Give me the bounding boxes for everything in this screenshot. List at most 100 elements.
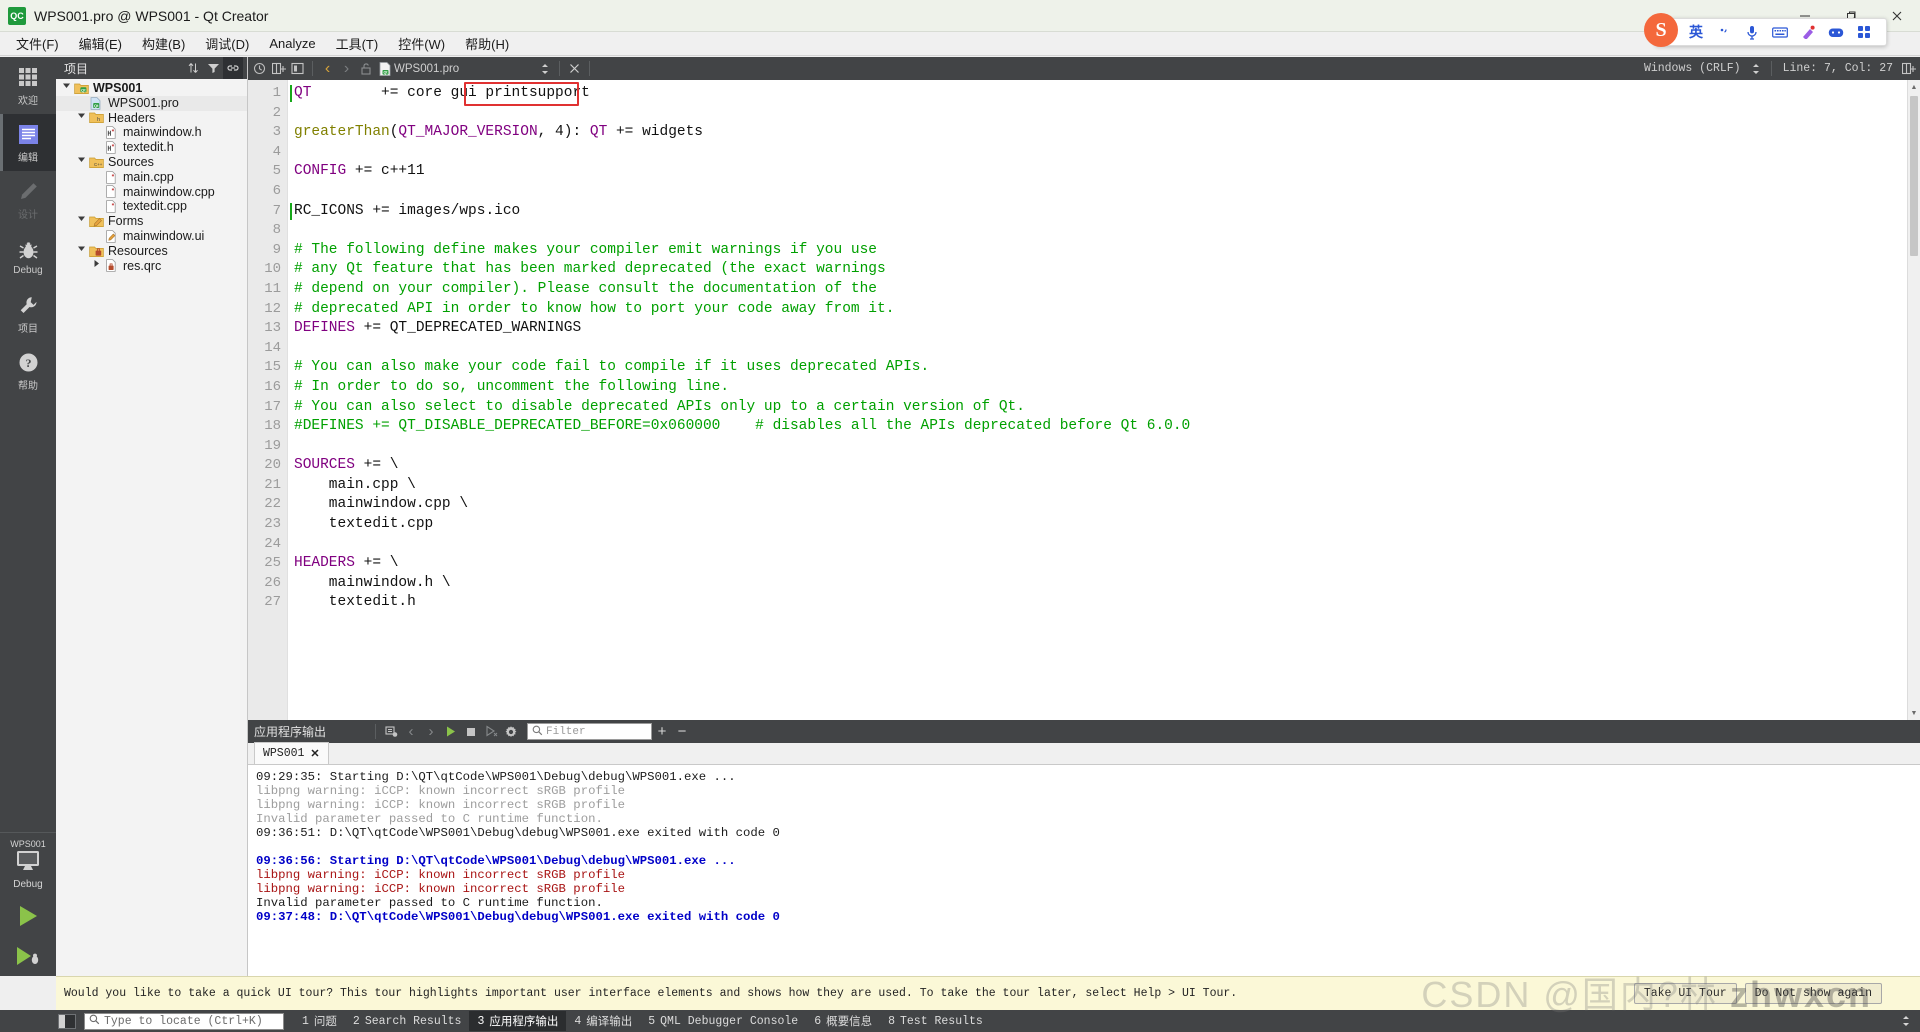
tree-item-textedit-h[interactable]: textedit.h [56, 140, 247, 155]
menu-window[interactable]: 控件(W) [388, 31, 455, 56]
code-editor[interactable]: 1 2 3 4 5 6 7 8 9 10 11 12 13 14 15 16 17 18 19 20 21 22 23 24 2… [248, 80, 1920, 720]
sort-toggle-icon[interactable] [183, 57, 203, 79]
chevron-right-icon[interactable] [90, 259, 103, 274]
prev-item-icon[interactable]: ‹ [401, 720, 421, 743]
output-zoom-in-button[interactable]: + [652, 720, 672, 743]
code-line[interactable]: #DEFINES += QT_DISABLE_DEPRECATED_BEFORE… [294, 417, 1920, 437]
code-line[interactable]: mainwindow.cpp \ [294, 495, 1920, 515]
split-editor-right-icon[interactable] [1899, 57, 1918, 80]
mode-projects[interactable]: 项目 [0, 285, 56, 342]
menu-help[interactable]: 帮助(H) [455, 31, 519, 56]
code-line[interactable]: # In order to do so, uncomment the follo… [294, 378, 1920, 398]
nav-forward-button[interactable]: › [337, 57, 356, 80]
tree-item-mainwindow-ui[interactable]: mainwindow.ui [56, 229, 247, 244]
tree-item-mainwindow-cpp[interactable]: mainwindow.cpp [56, 185, 247, 200]
output-pane-tab-2[interactable]: 2 Search Results [345, 1013, 470, 1030]
output-pane-tab-8[interactable]: 8 Test Results [880, 1013, 991, 1030]
scroll-down-arrow[interactable]: ▼ [1908, 706, 1920, 720]
locator-input[interactable]: Type to locate (Ctrl+K) [84, 1012, 284, 1030]
code-line[interactable] [294, 221, 1920, 241]
close-file-icon[interactable] [565, 57, 584, 80]
output-pane-tab-1[interactable]: 1 问题 [294, 1011, 345, 1031]
scrollbar-thumb[interactable] [1910, 96, 1918, 256]
code-text[interactable]: QT += core gui printsupport greaterThan(Q… [288, 80, 1920, 720]
run-triangle-icon[interactable] [0, 896, 56, 936]
tree-item-headers[interactable]: h Headers [56, 111, 247, 126]
scroll-up-arrow[interactable]: ▲ [1908, 80, 1920, 94]
open-file-combobox[interactable]: Qt WPS001.pro [375, 57, 595, 80]
code-line[interactable]: # deprecated API in order to know how to… [294, 300, 1920, 320]
code-line[interactable]: SOURCES += \ [294, 456, 1920, 476]
tree-item-resources[interactable]: Resources [56, 244, 247, 259]
tree-item-sources[interactable]: C++ Sources [56, 155, 247, 170]
output-zoom-out-button[interactable]: − [672, 720, 692, 743]
code-line[interactable] [294, 437, 1920, 457]
menu-debug[interactable]: 调试(D) [195, 31, 259, 56]
code-line[interactable] [294, 535, 1920, 555]
code-line[interactable]: HEADERS += \ [294, 554, 1920, 574]
ime-apps-icon[interactable] [1850, 18, 1878, 46]
stop-icon[interactable] [461, 720, 481, 743]
menu-file[interactable]: 文件(F) [6, 31, 69, 56]
chevron-down-icon[interactable] [60, 81, 73, 96]
menu-build[interactable]: 构建(B) [132, 31, 195, 56]
chevron-down-icon[interactable] [75, 155, 88, 170]
rerun-icon[interactable] [481, 720, 501, 743]
menu-edit[interactable]: 编辑(E) [69, 31, 132, 56]
tree-item-mainwindow-h[interactable]: mainwindow.h [56, 125, 247, 140]
output-log[interactable]: 09:29:35: Starting D:\QT\qtCode\WPS001\D… [248, 765, 1920, 976]
mode-edit[interactable]: 编辑 [0, 114, 56, 171]
output-pane-tab-4[interactable]: 4 编译输出 [566, 1011, 640, 1031]
link-with-editor-icon[interactable] [223, 57, 243, 79]
next-item-icon[interactable]: › [421, 720, 441, 743]
menu-tools[interactable]: 工具(T) [326, 31, 389, 56]
output-pane-more-icon[interactable] [1896, 1010, 1916, 1032]
code-line[interactable]: # You can also select to disable depreca… [294, 398, 1920, 418]
code-line[interactable]: # The following define makes your compil… [294, 241, 1920, 261]
output-pane-tab-3[interactable]: 3 应用程序输出 [469, 1011, 567, 1031]
chevron-down-icon[interactable] [75, 244, 88, 259]
split-editor-icon[interactable] [269, 57, 288, 80]
mode-help[interactable]: ? 帮助 [0, 342, 56, 399]
ime-voice-icon[interactable] [1738, 18, 1766, 46]
line-ending-label[interactable]: Windows (CRLF) [1638, 62, 1747, 75]
output-tab-wps001[interactable]: WPS001 ✕ [254, 742, 329, 764]
code-line[interactable]: mainwindow.h \ [294, 574, 1920, 594]
ime-emoji-icon[interactable] [1822, 18, 1850, 46]
output-filter-input[interactable]: Filter [527, 723, 652, 740]
project-tree[interactable]: Qt WPS001 Qt WPS001.pro h Headers mainwindow.h… [56, 79, 247, 976]
code-line[interactable]: # depend on your compiler). Please consu… [294, 280, 1920, 300]
code-line[interactable]: QT += core gui printsupport [290, 84, 1920, 104]
add-split-icon[interactable] [288, 57, 307, 80]
mode-welcome[interactable]: 欢迎 [0, 57, 56, 114]
code-line[interactable] [294, 339, 1920, 359]
ime-punctuation-icon[interactable] [1710, 18, 1738, 46]
output-pane-tab-6[interactable]: 6 概要信息 [806, 1011, 880, 1031]
output-pane-tab-5[interactable]: 5 QML Debugger Console [640, 1013, 806, 1030]
code-line[interactable]: textedit.cpp [294, 515, 1920, 535]
code-line[interactable]: DEFINES += QT_DEPRECATED_WARNINGS [294, 319, 1920, 339]
tree-item-res-qrc[interactable]: res.qrc [56, 259, 247, 274]
code-line[interactable]: CONFIG += c++11 [294, 162, 1920, 182]
kit-selector[interactable]: WPS001 Debug [0, 832, 56, 890]
run-debug-icon[interactable] [0, 936, 56, 976]
tree-item-wps001[interactable]: Qt WPS001 [56, 81, 247, 96]
code-line[interactable]: # any Qt feature that has been marked de… [294, 260, 1920, 280]
sogou-logo-icon[interactable]: S [1644, 13, 1678, 47]
code-line[interactable]: textedit.h [294, 593, 1920, 613]
ime-keyboard-icon[interactable] [1766, 18, 1794, 46]
code-line[interactable] [294, 143, 1920, 163]
clock-history-icon[interactable] [250, 57, 269, 80]
tree-item-forms[interactable]: Forms [56, 214, 247, 229]
mode-debug[interactable]: Debug [0, 228, 56, 285]
tree-item-wps001-pro[interactable]: Qt WPS001.pro [56, 95, 247, 111]
ime-mode-english[interactable]: 英 [1682, 18, 1710, 46]
editor-vertical-scrollbar[interactable]: ▲ ▼ [1907, 80, 1920, 720]
chevron-down-icon[interactable] [75, 111, 88, 126]
code-line[interactable]: main.cpp \ [294, 476, 1920, 496]
code-line[interactable]: # You can also make your code fail to co… [294, 358, 1920, 378]
unlocked-icon[interactable] [356, 57, 375, 80]
run-icon[interactable] [441, 720, 461, 743]
code-line[interactable] [294, 182, 1920, 202]
sogou-ime-toolbar[interactable]: S 英 [1644, 13, 1887, 47]
